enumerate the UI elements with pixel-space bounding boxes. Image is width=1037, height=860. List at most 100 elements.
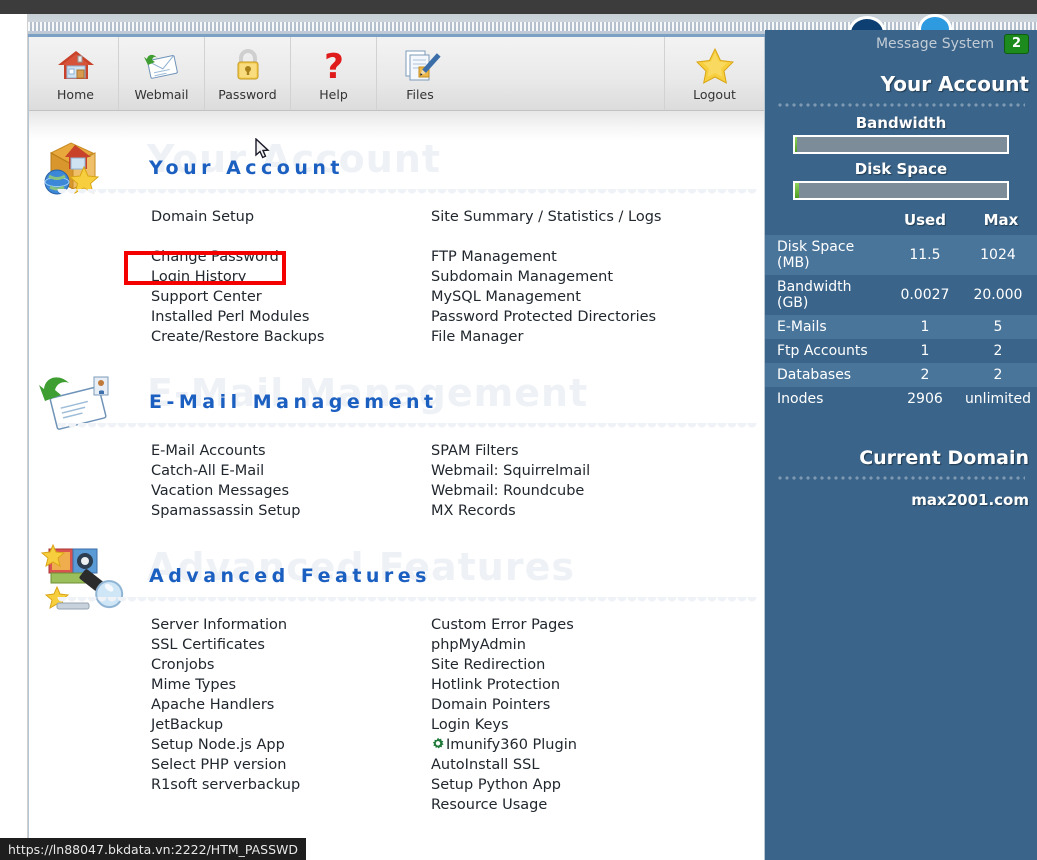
link-imunify360-plugin[interactable]: Imunify360 Plugin <box>431 735 761 755</box>
section-header: Your Account Your Account <box>29 137 764 203</box>
cell-max: 1024 <box>964 235 1037 275</box>
top-toolbar: Home Webmail Password ? Help Files Logou… <box>29 37 764 111</box>
link-r1soft-serverbackup[interactable]: R1soft serverbackup <box>151 775 431 795</box>
cell-metric: Databases <box>765 363 885 387</box>
disk-space-label: Disk Space <box>854 160 948 178</box>
link-login-history[interactable]: Login History <box>151 267 431 287</box>
right-sidebar: Message System 2 Your Account Bandwidth … <box>765 30 1037 860</box>
table-row: Ftp Accounts 1 2 <box>765 339 1037 363</box>
padlock-icon <box>237 49 258 80</box>
links-column-right: SPAM Filters Webmail: Squirrelmail Webma… <box>431 441 761 521</box>
link-autoinstall-ssl[interactable]: AutoInstall SSL <box>431 755 761 775</box>
link-login-keys[interactable]: Login Keys <box>431 715 761 735</box>
link-custom-error-pages[interactable]: Custom Error Pages <box>431 615 761 635</box>
cell-used: 1 <box>920 343 930 359</box>
current-domain-value: max2001.com <box>911 491 1029 509</box>
link-phpmyadmin[interactable]: phpMyAdmin <box>431 635 761 655</box>
link-select-php-version[interactable]: Select PHP version <box>151 755 431 775</box>
toolbar-label: Files <box>406 87 434 102</box>
link-webmail-roundcube[interactable]: Webmail: Roundcube <box>431 481 761 501</box>
link-jetbackup[interactable]: JetBackup <box>151 715 431 735</box>
toolbar-label: Help <box>319 87 348 102</box>
cell-used: 0.0027 <box>900 287 950 303</box>
svg-text:?: ? <box>324 47 344 85</box>
link-mx-records[interactable]: MX Records <box>431 501 761 521</box>
link-installed-perl-modules[interactable]: Installed Perl Modules <box>151 307 431 327</box>
section-scallop-divider <box>57 189 757 199</box>
message-system-row[interactable]: Message System 2 <box>765 30 1037 58</box>
link-setup-python-app[interactable]: Setup Python App <box>431 775 761 795</box>
section-title: Your Account <box>149 157 344 179</box>
sidebar-dotted-divider <box>777 100 1025 110</box>
page-left-gutter <box>0 14 28 860</box>
toolbar-item-files[interactable]: Files <box>377 37 463 110</box>
browser-window: Home Webmail Password ? Help Files Logou… <box>0 0 1037 860</box>
table-row: E-Mails 1 5 <box>765 315 1037 339</box>
table-header-row: Used Max <box>765 208 1037 235</box>
section-header: Advanced Features Advanced Features <box>29 543 764 611</box>
toolbar-label: Logout <box>693 87 736 102</box>
toolbar-item-password[interactable]: Password <box>205 37 291 110</box>
current-domain-title: Current Domain <box>859 447 1029 469</box>
link-label: Imunify360 Plugin <box>446 737 577 753</box>
link-server-information[interactable]: Server Information <box>151 615 431 635</box>
link-mysql-management[interactable]: MySQL Management <box>431 287 761 307</box>
link-webmail-squirrelmail[interactable]: Webmail: Squirrelmail <box>431 461 761 481</box>
link-site-summary-statistics-logs[interactable]: Site Summary / Statistics / Logs <box>431 207 761 227</box>
cell-used: 2906 <box>907 391 943 407</box>
sidebar-dotted-divider-2 <box>777 473 1025 483</box>
link-create-restore-backups[interactable]: Create/Restore Backups <box>151 327 431 347</box>
link-spam-filters[interactable]: SPAM Filters <box>431 441 761 461</box>
link-apache-handlers[interactable]: Apache Handlers <box>151 695 431 715</box>
section-links: Server Information SSL Certificates Cron… <box>29 611 764 815</box>
envelope-icon <box>143 54 178 79</box>
link-hotlink-protection[interactable]: Hotlink Protection <box>431 675 761 695</box>
link-resource-usage[interactable]: Resource Usage <box>431 795 761 815</box>
link-catch-all-email[interactable]: Catch-All E-Mail <box>151 461 431 481</box>
bandwidth-progress-fill <box>795 137 798 152</box>
star-icon <box>695 47 734 84</box>
link-subdomain-management[interactable]: Subdomain Management <box>431 267 761 287</box>
link-cronjobs[interactable]: Cronjobs <box>151 655 431 675</box>
usage-table: Used Max Disk Space (MB) 11.5 1024 Bandwidt… <box>765 208 1037 411</box>
status-bar-url: https://ln88047.bkdata.vn:2222/HTM_PASSW… <box>0 838 307 860</box>
table-row: Inodes 2906 unlimited <box>765 387 1037 411</box>
table-row: Disk Space (MB) 11.5 1024 <box>765 235 1037 275</box>
link-ftp-management[interactable]: FTP Management <box>431 247 761 267</box>
toolbar-label: Password <box>218 87 277 102</box>
toolbar-item-webmail[interactable]: Webmail <box>119 37 205 110</box>
cell-max: 20.000 <box>973 287 1023 303</box>
link-spacer <box>431 227 761 247</box>
section-your-account: Your Account Your Account Domain Setup C… <box>29 137 764 347</box>
cell-metric: E-Mails <box>765 315 885 339</box>
link-change-password[interactable]: Change Password <box>151 247 431 267</box>
section-scallop-divider <box>57 597 757 607</box>
cell-metric: Ftp Accounts <box>777 343 868 359</box>
toolbar-item-logout[interactable]: Logout <box>664 37 764 110</box>
links-column-right: Site Summary / Statistics / Logs FTP Man… <box>431 207 761 347</box>
toolbar-label: Webmail <box>134 87 189 102</box>
link-ssl-certificates[interactable]: SSL Certificates <box>151 635 431 655</box>
links-column-left: E-Mail Accounts Catch-All E-Mail Vacatio… <box>151 441 431 521</box>
links-column-right: Custom Error Pages phpMyAdmin Site Redir… <box>431 615 761 815</box>
disk-space-progress-fill <box>795 183 800 198</box>
link-setup-nodejs-app[interactable]: Setup Node.js App <box>151 735 431 755</box>
link-spamassassin-setup[interactable]: Spamassassin Setup <box>151 501 431 521</box>
section-header: E-Mail Management E-Mail Management <box>29 371 764 437</box>
cell-max: 2 <box>964 363 1037 387</box>
link-domain-setup[interactable]: Domain Setup <box>151 207 431 227</box>
link-site-redirection[interactable]: Site Redirection <box>431 655 761 675</box>
link-vacation-messages[interactable]: Vacation Messages <box>151 481 431 501</box>
link-file-manager[interactable]: File Manager <box>431 327 761 347</box>
link-email-accounts[interactable]: E-Mail Accounts <box>151 441 431 461</box>
section-title: Advanced Features <box>149 565 431 587</box>
link-password-protected-directories[interactable]: Password Protected Directories <box>431 307 761 327</box>
link-support-center[interactable]: Support Center <box>151 287 431 307</box>
cell-metric: Disk Space (MB) <box>765 235 885 275</box>
link-domain-pointers[interactable]: Domain Pointers <box>431 695 761 715</box>
link-mime-types[interactable]: Mime Types <box>151 675 431 695</box>
link-spacer <box>151 227 431 247</box>
toolbar-item-help[interactable]: ? Help <box>291 37 377 110</box>
toolbar-item-home[interactable]: Home <box>33 37 119 110</box>
section-scallop-divider <box>57 423 757 433</box>
